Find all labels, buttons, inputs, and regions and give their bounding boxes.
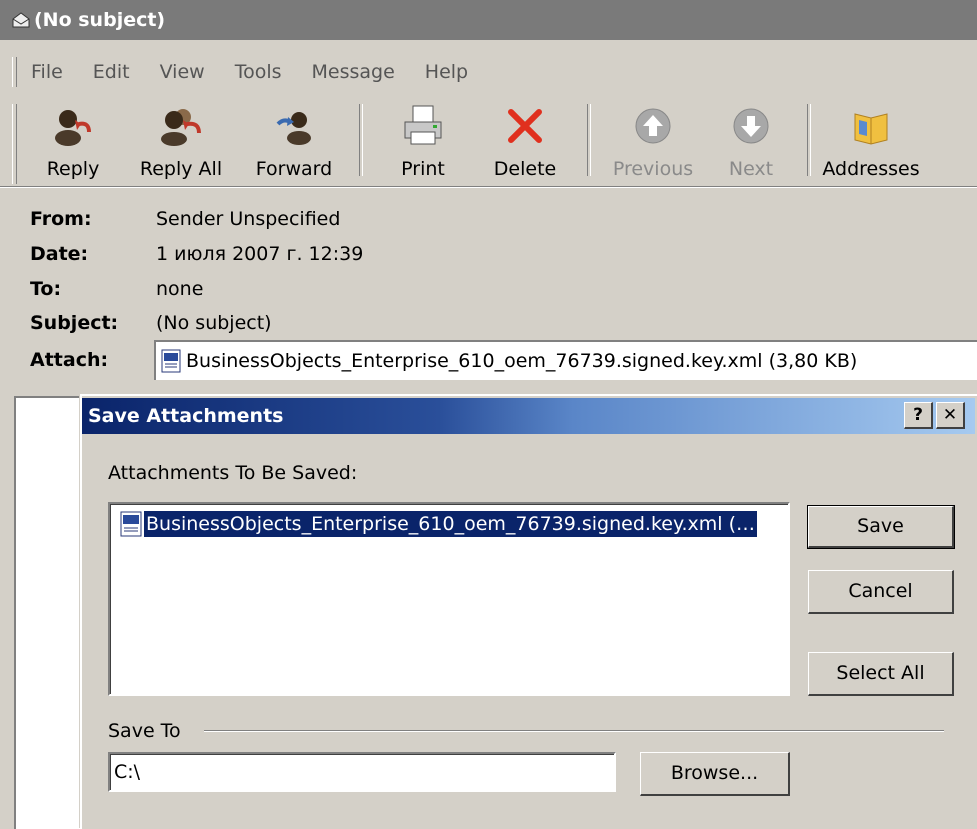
print-label: Print <box>401 158 445 180</box>
down-arrow-icon <box>733 108 769 144</box>
list-item-label: BusinessObjects_Enterprise_610_oem_76739… <box>144 511 758 537</box>
menu-help[interactable]: Help <box>425 61 468 83</box>
window-title: (No subject) <box>34 9 166 31</box>
attach-label: Attach: <box>30 349 109 371</box>
dialog-title: Save Attachments <box>88 405 284 427</box>
attachments-list[interactable]: BusinessObjects_Enterprise_610_oem_76739… <box>108 502 790 696</box>
printer-icon <box>404 105 442 145</box>
previous-button[interactable]: Previous <box>601 98 705 182</box>
menu-file[interactable]: File <box>31 61 63 83</box>
menu-edit[interactable]: Edit <box>93 61 130 83</box>
dialog-title-bar: Save Attachments <box>82 398 975 434</box>
delete-label: Delete <box>493 158 557 180</box>
cancel-button[interactable]: Cancel <box>808 570 954 614</box>
reply-button[interactable]: Reply <box>23 98 123 182</box>
subject-label: Subject: <box>30 312 119 334</box>
print-button[interactable]: Print <box>373 98 473 182</box>
date-label: Date: <box>30 243 89 265</box>
toolbar-separator <box>587 104 591 176</box>
xml-file-icon <box>120 511 142 537</box>
forward-button[interactable]: Forward <box>239 98 349 182</box>
save-button[interactable]: Save <box>807 505 955 549</box>
save-to-label: Save To <box>108 720 181 742</box>
toolbar-separator <box>359 104 363 176</box>
from-value: Sender Unspecified <box>156 208 341 230</box>
attachment-field[interactable]: BusinessObjects_Enterprise_610_oem_76739… <box>154 340 977 380</box>
to-value: none <box>156 278 204 300</box>
delete-button[interactable]: Delete <box>473 98 577 182</box>
dialog-close-button[interactable]: ✕ <box>936 402 965 429</box>
forward-label: Forward <box>255 158 333 180</box>
toolbar-separator <box>807 104 811 176</box>
help-button[interactable]: ? <box>904 402 933 429</box>
reply-all-icon <box>161 109 201 146</box>
menu-message[interactable]: Message <box>312 61 395 83</box>
forward-icon <box>276 112 311 145</box>
menu-view[interactable]: View <box>160 61 205 83</box>
reply-all-label: Reply All <box>139 158 223 180</box>
menu-bar: File Edit View Tools Message Help <box>0 52 977 92</box>
date-value: 1 июля 2007 г. 12:39 <box>156 243 364 265</box>
from-label: From: <box>30 208 92 230</box>
address-book-icon <box>854 113 888 145</box>
window-title-bar: (No subject) <box>0 0 977 40</box>
attachments-list-label: Attachments To Be Saved: <box>108 462 358 484</box>
envelope-icon <box>12 12 30 28</box>
next-label: Next <box>728 158 774 180</box>
xml-file-icon <box>161 349 181 373</box>
save-to-group-line <box>204 730 944 732</box>
to-label: To: <box>30 278 62 300</box>
addresses-label: Addresses <box>822 158 920 180</box>
delete-x-icon <box>508 109 542 143</box>
save-to-input[interactable] <box>108 752 616 792</box>
toolbar-divider <box>0 186 977 188</box>
next-button[interactable]: Next <box>705 98 797 182</box>
menu-tools[interactable]: Tools <box>235 61 282 83</box>
previous-label: Previous <box>612 158 694 180</box>
subject-value: (No subject) <box>156 312 272 334</box>
toolbar: Reply Reply All Forward Print Delete Pre… <box>0 98 977 188</box>
reply-all-button[interactable]: Reply All <box>123 98 239 182</box>
up-arrow-icon <box>635 108 671 144</box>
reply-label: Reply <box>46 158 100 180</box>
toolbar-grip <box>12 104 17 184</box>
addresses-button[interactable]: Addresses <box>821 98 921 182</box>
attachment-name[interactable]: BusinessObjects_Enterprise_610_oem_76739… <box>186 350 857 372</box>
menu-grip <box>12 57 17 87</box>
browse-button[interactable]: Browse... <box>640 752 790 796</box>
select-all-button[interactable]: Select All <box>808 652 954 696</box>
list-item[interactable]: BusinessObjects_Enterprise_610_oem_76739… <box>118 510 758 538</box>
reply-icon <box>55 110 91 146</box>
save-attachments-dialog: Save Attachments ? ✕ Attachments To Be S… <box>80 394 977 829</box>
